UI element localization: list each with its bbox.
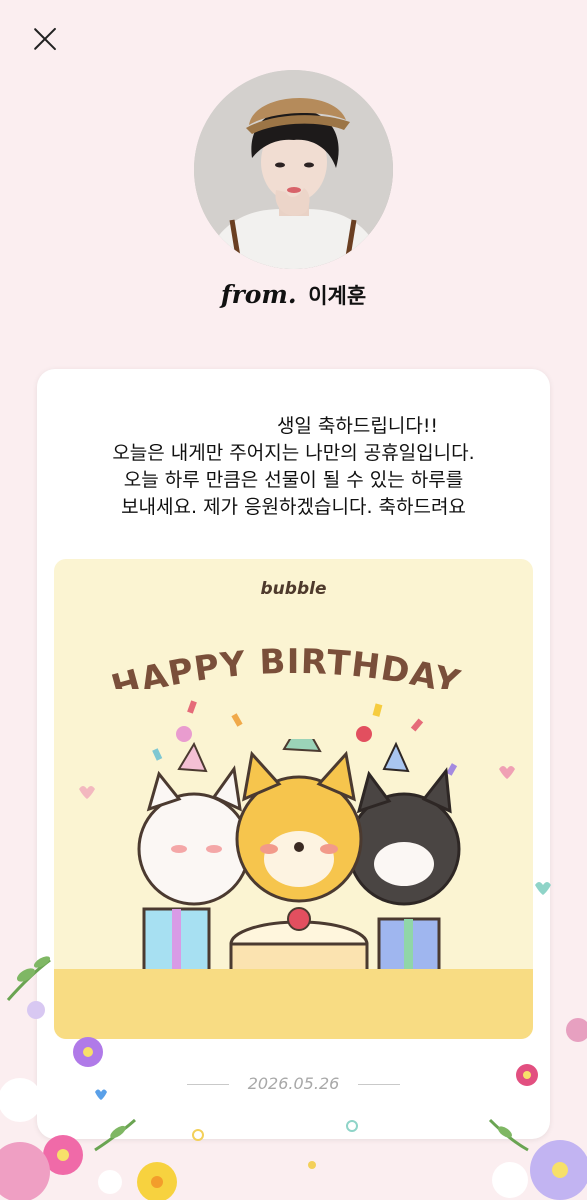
headline-text: HAPPY BIRTHDAY! [54, 609, 463, 689]
letter-line: 생일 축하드립니다!! [276, 415, 439, 437]
letter-line: 오늘은 내게만 주어지는 나만의 공휴일입니다. [112, 442, 475, 464]
sender-name: 이계훈 [308, 284, 367, 308]
close-button[interactable] [28, 22, 62, 56]
letter-line: 보내세요. 제가 응원하겠습니다. 축하드려요 [121, 496, 466, 518]
birthday-card-image: bubble HAPPY BIRTHDAY! [54, 559, 533, 1039]
letter-date: 2026.05.26 [247, 1074, 340, 1093]
puppies-illustration-icon [137, 739, 461, 986]
divider-line [358, 1084, 400, 1085]
from-label: from. [220, 280, 297, 309]
avatar [194, 70, 393, 269]
brand-logo: bubble [260, 579, 327, 599]
letter-line: 오늘 하루 만큼은 선물이 될 수 있는 하루를 [123, 469, 464, 491]
date-row: 2026.05.26 [37, 1074, 550, 1094]
birthday-headline: HAPPY BIRTHDAY! [54, 609, 464, 689]
svg-text:HAPPY BIRTHDAY!: HAPPY BIRTHDAY! [54, 609, 464, 689]
sender-row: from. 이계훈 [0, 280, 587, 310]
floor [54, 969, 533, 1039]
letter-message: 생일 축하드립니다!! 오늘은 내게만 주어지는 나만의 공휴일입니다. 오늘 … [73, 413, 514, 521]
letter-card: 생일 축하드립니다!! 오늘은 내게만 주어지는 나만의 공휴일입니다. 오늘 … [37, 369, 550, 1139]
